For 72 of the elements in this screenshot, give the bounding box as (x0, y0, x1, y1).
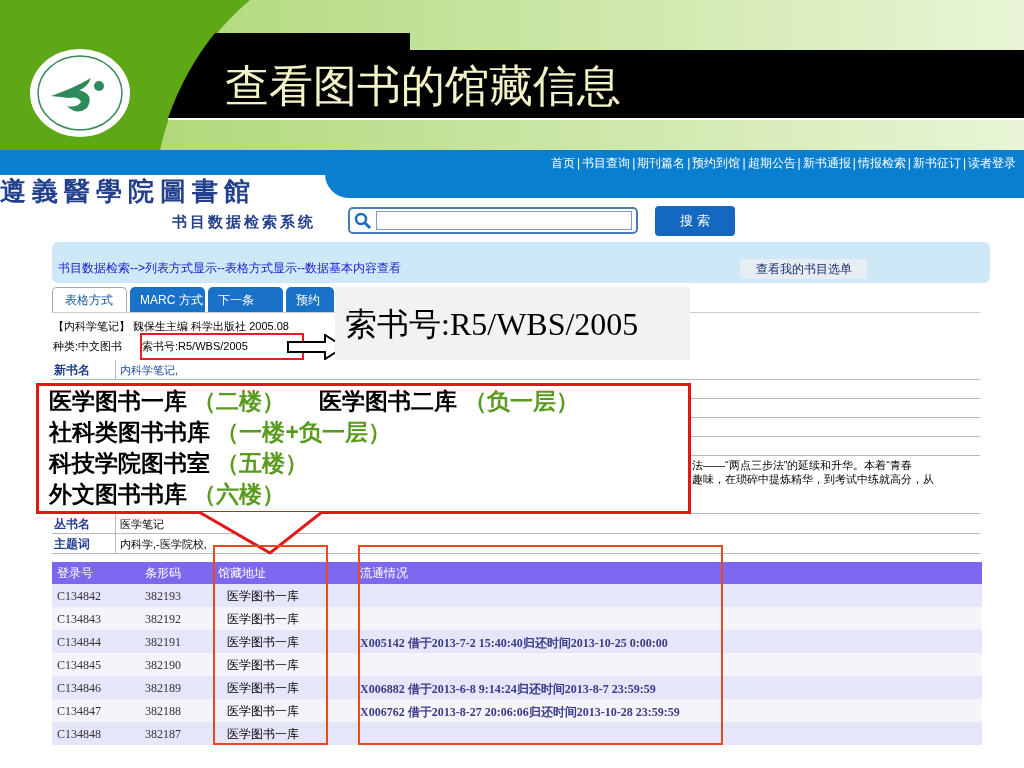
field-label: 新书名 (52, 360, 116, 379)
search-field[interactable] (348, 207, 638, 234)
system-name: 书目数据检索系统 (172, 212, 316, 232)
nav-link[interactable]: 预约到馆 (692, 155, 741, 171)
table-cell-text: 382187 (144, 725, 182, 743)
table-cell-text: 医学图书一库 (226, 679, 300, 697)
table-cell-text: C134845 (56, 656, 102, 674)
nav-separator: | (631, 155, 637, 171)
description-text: 法——“两点三步法”的延续和升华。本着“青春 趣味，在琐碎中提炼精华，到考试中练就高分，从 (692, 458, 935, 486)
tab[interactable]: 预约 (286, 287, 334, 312)
table-cell-text: C134848 (56, 725, 102, 743)
circulation-status: X006882 借于2013-6-8 9:14:24归还时间2013-8-7 23:59:59 (360, 681, 656, 696)
field-value: 内科学笔记, (119, 362, 179, 378)
nav-link[interactable]: 情报检索 (857, 155, 906, 171)
table-cell-text: 医学图书一库 (226, 702, 300, 720)
column-header: 馆藏地址 (217, 565, 267, 582)
circulation-status: X005142 借于2013-7-2 15:40:40归还时间2013-10-25 0:00:00 (360, 635, 668, 650)
table-cell-text: 382191 (144, 633, 182, 651)
slide-title: 查看图书的馆藏信息 (225, 60, 621, 112)
table-cell-text: 382190 (144, 656, 182, 674)
table-cell-text: C134842 (56, 587, 102, 605)
nav-link[interactable]: 新书征订 (912, 155, 961, 171)
tab[interactable]: 下一条 (208, 287, 283, 312)
search-icon (354, 211, 372, 230)
nav-separator: | (906, 155, 912, 171)
nav-separator: | (686, 155, 692, 171)
tab[interactable]: MARC 方式 (130, 287, 205, 312)
search-button[interactable]: 搜 索 (655, 206, 735, 236)
location-line: 社科类图书书库 （一楼+负一层） (49, 418, 392, 447)
nav-separator: | (796, 155, 802, 171)
column-header: 条形码 (144, 565, 182, 582)
nav-link[interactable]: 书目查询 (582, 155, 631, 171)
nav-link[interactable]: 读者登录 (968, 155, 1016, 171)
field-value: 医学笔记 (119, 516, 164, 532)
nav-link[interactable]: 期刊篇名 (637, 155, 686, 171)
column-header: 登录号 (56, 565, 94, 582)
nav-separator: | (961, 155, 967, 171)
logo-icon (29, 48, 131, 138)
table-cell-text: 医学图书一库 (226, 587, 300, 605)
nav-link[interactable]: 超期公告 (747, 155, 796, 171)
call-number: 索书号:R5/WBS/2005 (142, 339, 248, 353)
table-cell-text: C134844 (56, 633, 102, 651)
table-cell-text: 382193 (144, 587, 182, 605)
book-category: 种类:中文图书 (53, 339, 123, 353)
zoomed-call-number: 索书号:R5/WBS/2005 (335, 287, 690, 360)
table-cell-text: 医学图书一库 (226, 633, 300, 651)
tab[interactable]: 表格方式 (52, 287, 127, 312)
column-header: 流通情况 (359, 565, 409, 582)
table-cell-text: C134846 (56, 679, 102, 697)
library-name: 遵義醫學院圖書館 (0, 176, 256, 208)
table-cell-text: C134847 (56, 702, 102, 720)
table-cell-text: C134843 (56, 610, 102, 628)
table-cell-text: 382188 (144, 702, 182, 720)
nav-link[interactable]: 新书通报 (802, 155, 851, 171)
table-cell-text: 382189 (144, 679, 182, 697)
table-cell-text: 382192 (144, 610, 182, 628)
table-cell-text: 医学图书一库 (226, 610, 300, 628)
table-cell-text: 医学图书一库 (226, 656, 300, 674)
breadcrumb: 书目数据检索-->列表方式显示--表格方式显示--数据基本内容查看 (58, 260, 401, 276)
my-list-button[interactable]: 查看我的书目选单 (740, 259, 867, 279)
circulation-status: X006762 借于2013-8-27 20:06:06归还时间2013-10-28 23:59:59 (360, 704, 680, 719)
nav-link[interactable]: 首页 (551, 155, 575, 171)
location-line: 科技学院图书室 （五楼） (49, 449, 310, 478)
location-line: 医学图书一库 （二楼） 医学图书二库 （负一层） (49, 387, 580, 416)
nav-separator: | (576, 155, 582, 171)
book-summary: 【内科学笔记】 魏保生主编 科学出版社 2005.08 (53, 319, 289, 333)
field-label: 主题词 (52, 534, 116, 553)
nav-separator: | (741, 155, 747, 171)
location-line: 外文图书书库 （六楼） (49, 480, 287, 509)
table-cell-text: 医学图书一库 (226, 725, 300, 743)
nav-separator: | (851, 155, 857, 171)
field-value: 内科学,-医学院校, (119, 536, 207, 552)
